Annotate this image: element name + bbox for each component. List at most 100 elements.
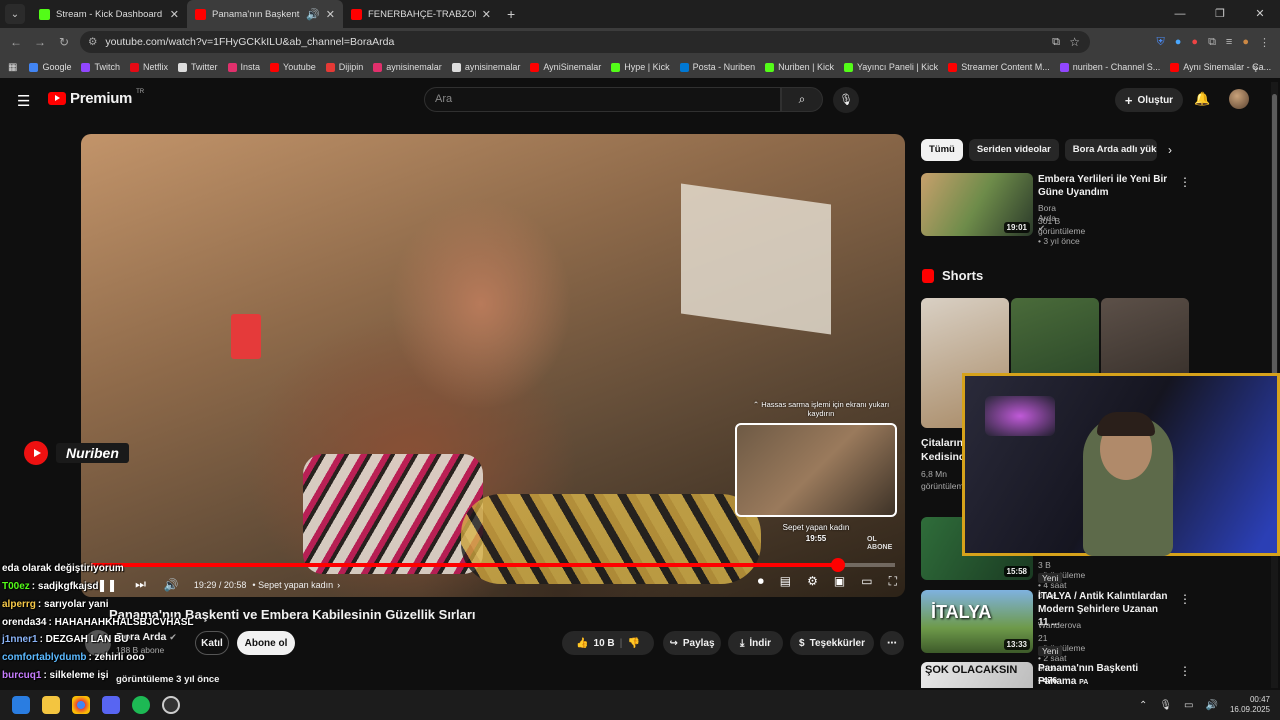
- minimize-icon[interactable]: —: [1160, 0, 1200, 28]
- bookmark-item[interactable]: aynisinemalar: [451, 62, 520, 72]
- display-icon[interactable]: ▭: [1184, 700, 1193, 711]
- windows-start-icon[interactable]: [12, 696, 30, 714]
- spotify-icon[interactable]: [132, 696, 150, 714]
- clock[interactable]: 00:47 16.09.2025: [1230, 695, 1270, 715]
- thanks-button[interactable]: $ Teşekkürler: [790, 631, 874, 655]
- bookmark-item[interactable]: Dijipin: [325, 62, 363, 72]
- subtitles-icon[interactable]: ▤: [780, 574, 791, 589]
- bookmark-item[interactable]: Nuriben | Kick: [765, 62, 834, 72]
- miniplayer-icon[interactable]: ▣: [834, 574, 845, 589]
- bookmark-item[interactable]: Streamer Content M...: [948, 62, 1050, 72]
- more-options-icon[interactable]: ⋮: [1179, 664, 1191, 678]
- search-input[interactable]: Ara: [424, 87, 781, 112]
- bookmark-item[interactable]: AyniSinemalar: [530, 62, 601, 72]
- chip-channel[interactable]: Bora Arda adlı yükley: [1064, 139, 1157, 161]
- voice-search-button[interactable]: 🎙: [833, 87, 859, 113]
- bookmark-item[interactable]: Posta - Nuriben: [679, 62, 755, 72]
- subscribe-button[interactable]: Abone ol: [237, 631, 295, 655]
- more-options-icon[interactable]: ⋮: [1179, 592, 1191, 606]
- bookmark-star-icon[interactable]: ☆: [1069, 35, 1080, 49]
- join-button[interactable]: Katıl: [195, 631, 229, 655]
- new-tab-button[interactable]: +: [507, 6, 515, 22]
- volume-icon[interactable]: 🔊: [1206, 700, 1218, 711]
- chrome-icon[interactable]: [72, 696, 90, 714]
- address-bar[interactable]: ⚙ youtube.com/watch?v=1FHyGCKkILU&ab_cha…: [80, 31, 1090, 53]
- volume-icon[interactable]: 🔊: [155, 578, 188, 592]
- close-window-icon[interactable]: ✕: [1240, 0, 1280, 28]
- download-button[interactable]: ⤓ İndir: [728, 631, 783, 655]
- share-button[interactable]: ↪ Paylaş: [663, 631, 721, 655]
- download-icon: ⤓: [739, 637, 745, 649]
- next-icon[interactable]: ⏭: [126, 577, 155, 592]
- chevron-right-icon[interactable]: ›: [1168, 143, 1172, 157]
- close-icon[interactable]: ✕: [482, 8, 491, 21]
- chat-text: : sadjkgfkajsd: [31, 581, 99, 592]
- notifications-bell-icon[interactable]: 🔔: [1194, 91, 1210, 107]
- restore-icon[interactable]: ❐: [1200, 0, 1240, 28]
- extension-icon[interactable]: ●: [1191, 36, 1198, 48]
- forward-icon[interactable]: →: [28, 35, 52, 49]
- tab-search-button[interactable]: ⌄: [5, 4, 25, 24]
- settings-gear-icon[interactable]: ⚙: [807, 574, 818, 589]
- more-bookmarks-icon[interactable]: »: [1253, 62, 1258, 72]
- bookmark-item[interactable]: Twitch: [81, 62, 120, 72]
- progress-bar[interactable]: [91, 558, 895, 572]
- mic-icon[interactable]: 🎙: [1159, 700, 1172, 711]
- bookmarks-bar: ▦ Google Twitch Netflix Twitter Insta Youtube…: [0, 56, 1280, 78]
- more-options-icon[interactable]: ⋮: [1179, 175, 1191, 189]
- discord-icon[interactable]: [102, 696, 120, 714]
- back-icon[interactable]: ←: [4, 35, 28, 49]
- shield-icon[interactable]: ⛨: [1157, 36, 1165, 49]
- profile-icon[interactable]: ●: [1242, 36, 1249, 48]
- bookmark-item[interactable]: nuriben - Channel S...: [1059, 62, 1160, 72]
- file-explorer-icon[interactable]: [42, 696, 60, 714]
- video-player[interactable]: ⌃ Hassas sarma işlemi için ekranı yukarı…: [81, 134, 905, 597]
- obs-icon[interactable]: [162, 696, 180, 714]
- like-icon[interactable]: 👍: [576, 638, 588, 649]
- autoplay-toggle[interactable]: ⏺: [758, 574, 764, 589]
- chevron-right-icon[interactable]: ›: [337, 580, 340, 590]
- bookmark-item[interactable]: Youtube: [270, 62, 316, 72]
- bookmark-item[interactable]: Hype | Kick: [611, 62, 670, 72]
- theater-mode-icon[interactable]: ▭: [861, 574, 872, 589]
- rec-thumbnail[interactable]: ŞOK OLACAKSIN: [921, 662, 1033, 688]
- chip-all[interactable]: Tümü: [921, 139, 963, 161]
- audio-icon[interactable]: 🔊: [306, 8, 320, 21]
- close-icon[interactable]: ✕: [326, 8, 335, 21]
- chapter-title[interactable]: • Sepet yapan kadın: [252, 580, 333, 590]
- chat-text: eda olarak değiştiriyorum: [2, 563, 124, 574]
- progress-scrubber[interactable]: [830, 558, 845, 572]
- chat-text: : sarıyolar yani: [37, 599, 109, 610]
- apps-icon[interactable]: ▦: [8, 62, 17, 73]
- hamburger-menu-icon[interactable]: ☰: [17, 92, 30, 110]
- bookmark-item[interactable]: Insta: [227, 62, 260, 72]
- puzzle-icon[interactable]: ⧉: [1208, 36, 1216, 49]
- tab-kick-dashboard[interactable]: Stream - Kick Dashboard ✕: [31, 0, 187, 28]
- rec-thumbnail[interactable]: İTALYA 13:33: [921, 590, 1033, 653]
- chip-series[interactable]: Seriden videolar: [968, 139, 1059, 161]
- youtube-premium-logo[interactable]: Premium TR: [48, 89, 144, 107]
- fullscreen-icon[interactable]: ⛶: [889, 574, 897, 589]
- create-button[interactable]: + Oluştur: [1115, 88, 1183, 112]
- tab-youtube-video[interactable]: Panama'nın Başkenti ve Em 🔊 ✕: [187, 0, 343, 28]
- more-actions-button[interactable]: ⋯: [880, 631, 904, 655]
- extension-icon[interactable]: ●: [1175, 36, 1182, 48]
- bookmark-item[interactable]: Google: [29, 62, 71, 72]
- media-icon[interactable]: ≡: [1226, 36, 1232, 48]
- search-button[interactable]: ⌕: [781, 87, 823, 112]
- rec-thumbnail[interactable]: 19:01: [921, 173, 1033, 236]
- bookmark-item[interactable]: aynisinemalar: [373, 62, 442, 72]
- menu-icon[interactable]: ⋮: [1259, 36, 1270, 49]
- dislike-icon[interactable]: 👎: [627, 638, 639, 649]
- bookmark-item[interactable]: Yayıncı Paneli | Kick: [843, 62, 938, 72]
- install-icon[interactable]: ⧉: [1052, 36, 1060, 49]
- reload-icon[interactable]: ↻: [52, 35, 76, 49]
- site-info-icon[interactable]: ⚙: [88, 36, 97, 48]
- close-icon[interactable]: ✕: [170, 8, 179, 21]
- bookmark-item[interactable]: Twitter: [178, 62, 218, 72]
- chevron-up-icon[interactable]: ⌃: [1139, 700, 1147, 711]
- tab-fenerbahce[interactable]: FENERBAHÇE-TRABZONSPOR ✕: [343, 0, 499, 28]
- browser-toolbar: ← → ↻ ⚙ youtube.com/watch?v=1FHyGCKkILU&…: [0, 28, 1280, 56]
- avatar[interactable]: [1229, 89, 1249, 109]
- bookmark-item[interactable]: Netflix: [130, 62, 168, 72]
